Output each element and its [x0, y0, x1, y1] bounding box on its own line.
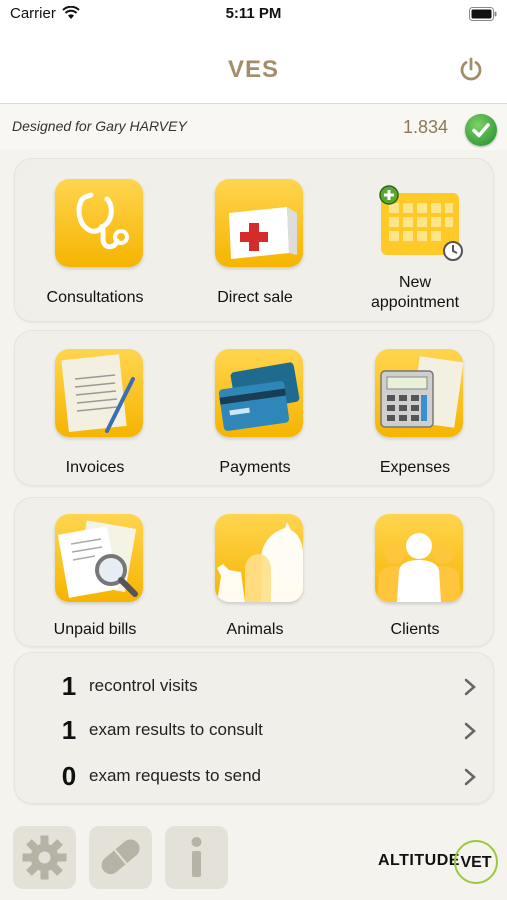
recontrol-visits-row[interactable]: 1 recontrol visits [15, 665, 495, 709]
credit-cards-icon [215, 349, 303, 437]
tile-label: Animals [226, 621, 284, 638]
status-bar: Carrier 5:11 PM [0, 0, 507, 28]
navigation-bar: VES [0, 28, 507, 104]
chevron-right-icon [464, 768, 476, 786]
invoices-tile[interactable]: Invoices [15, 331, 175, 491]
logo-text: ALTITUDE [378, 852, 460, 869]
tile-label: Unpaid bills [53, 621, 137, 638]
tile-label: Expenses [379, 459, 451, 476]
people-silhouette-icon [375, 514, 463, 602]
clients-tile[interactable]: Clients [335, 498, 495, 658]
info-button[interactable] [165, 826, 228, 889]
tile-label-line: New [398, 274, 431, 291]
tile-label: Payments [219, 459, 291, 476]
consultations-tile[interactable]: Consultations [15, 159, 175, 319]
stethoscope-icon [55, 179, 143, 267]
exam-requests-row[interactable]: 0 exam requests to send [15, 755, 495, 799]
version-label: 1.834 [403, 117, 449, 137]
summary-label: exam requests to send [89, 766, 261, 785]
power-icon[interactable] [458, 56, 484, 82]
calculator-icon [375, 349, 463, 437]
app-title: VES [227, 56, 280, 83]
medications-button[interactable] [89, 826, 152, 889]
logo-circle: VET [454, 840, 498, 884]
tile-label-line: appointment [370, 294, 460, 311]
user-info-row: Designed for Gary HARVEY 1.834 [0, 104, 507, 150]
chevron-right-icon [464, 678, 476, 696]
summary-panel: 1 recontrol visits 1 exam results to con… [14, 652, 494, 804]
logo-text: VET [460, 854, 492, 871]
checkmark-icon [465, 114, 497, 146]
exam-results-row[interactable]: 1 exam results to consult [15, 709, 495, 753]
payments-tile[interactable]: Payments [175, 331, 335, 491]
animals-tile[interactable]: Animals [175, 498, 335, 658]
new-appointment-tile[interactable]: New appointment [335, 159, 495, 319]
bills-magnifier-icon [55, 514, 143, 602]
tile-label: New appointment [335, 273, 495, 313]
finance-panel: Invoices Payments Expenses [14, 330, 494, 486]
expenses-tile[interactable]: Expenses [335, 331, 495, 491]
records-panel: Unpaid bills Animals Clients [14, 497, 494, 647]
clock-label: 5:11 PM [225, 5, 282, 22]
summary-count: 0 [61, 761, 77, 791]
altitude-vet-logo: ALTITUDE VET [378, 840, 498, 884]
tile-label: Consultations [46, 289, 144, 306]
summary-label: exam results to consult [89, 720, 263, 739]
chevron-right-icon [464, 722, 476, 740]
main-actions-panel: Consultations Direct sale New appointmen… [14, 158, 494, 322]
pill-icon [101, 839, 140, 875]
info-icon [191, 837, 202, 877]
invoice-document-icon [55, 349, 143, 437]
summary-count: 1 [61, 715, 77, 745]
summary-count: 1 [61, 671, 77, 701]
tile-label: Direct sale [217, 289, 293, 306]
tile-label: Invoices [65, 459, 125, 476]
first-aid-box-icon [215, 179, 303, 267]
animals-silhouette-icon [215, 514, 303, 602]
designed-for-label: Designed for Gary HARVEY [12, 118, 187, 134]
unpaid-bills-tile[interactable]: Unpaid bills [15, 498, 175, 658]
calendar-add-icon [375, 179, 463, 267]
settings-button[interactable] [13, 826, 76, 889]
direct-sale-tile[interactable]: Direct sale [175, 159, 335, 319]
summary-label: recontrol visits [89, 676, 198, 695]
gear-icon [22, 835, 67, 880]
tile-label: Clients [390, 621, 440, 638]
battery-icon [469, 7, 497, 25]
